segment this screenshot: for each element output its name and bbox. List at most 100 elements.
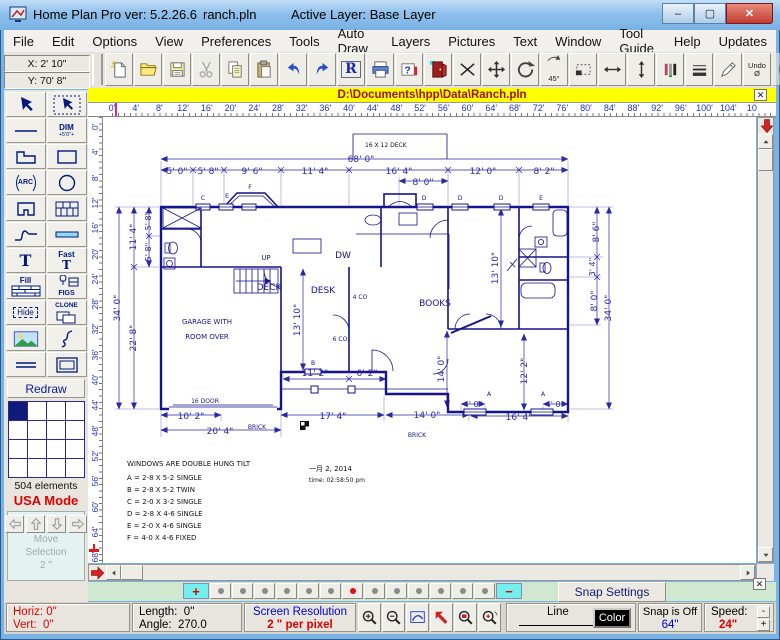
scroll-down-button[interactable] — [758, 547, 773, 562]
cut-button[interactable] — [192, 53, 220, 86]
page-radio-6[interactable] — [320, 583, 341, 599]
maximize-button[interactable]: ▢ — [694, 3, 726, 24]
undo-button[interactable] — [279, 53, 307, 86]
menu-updates[interactable]: Updates — [710, 31, 776, 52]
page-radio-11[interactable] — [430, 583, 451, 599]
color-cell-11[interactable] — [46, 439, 66, 459]
color-cell-6[interactable] — [27, 420, 47, 440]
tool-hide[interactable]: Hide — [6, 300, 46, 325]
tool-curve[interactable] — [6, 222, 46, 247]
color-cell-14[interactable] — [27, 458, 47, 478]
color-cell-12[interactable] — [65, 439, 85, 459]
move-button[interactable] — [482, 53, 510, 86]
page-radio-7[interactable] — [342, 583, 363, 599]
redraw-button[interactable]: Redraw — [7, 379, 85, 398]
tool-clone[interactable]: CLONE — [47, 300, 87, 325]
tool-select-area[interactable] — [47, 92, 87, 117]
stretch-h-button[interactable] — [598, 53, 626, 86]
page-radio-3[interactable] — [254, 583, 275, 599]
print-button[interactable] — [366, 53, 394, 86]
move-up-button[interactable] — [26, 515, 45, 533]
tool-picture[interactable] — [6, 326, 46, 351]
page-radio-13[interactable] — [474, 583, 495, 599]
menu-preferences[interactable]: Preferences — [192, 31, 280, 52]
rotate-button[interactable] — [511, 53, 539, 86]
color-button[interactable]: Color — [593, 608, 631, 628]
tool-double-line[interactable] — [47, 222, 87, 247]
color-cell-16[interactable] — [65, 458, 85, 478]
menu-pictures[interactable]: Pictures — [439, 31, 504, 52]
menu-file[interactable]: File — [4, 31, 43, 52]
zoom-settings-button[interactable] — [478, 603, 501, 632]
tool-line[interactable] — [6, 118, 46, 143]
tool-select[interactable] — [6, 92, 46, 117]
menu-text[interactable]: Text — [504, 31, 546, 52]
color-cell-10[interactable] — [27, 439, 47, 459]
color-grid[interactable] — [8, 401, 84, 477]
fit-window-button[interactable] — [406, 603, 429, 632]
menu-layers[interactable]: Layers — [382, 31, 439, 52]
vertical-scrollbar[interactable] — [757, 117, 774, 563]
scroll-up-button[interactable] — [758, 134, 773, 149]
draw-erase-button[interactable] — [714, 53, 742, 86]
paste-button[interactable] — [250, 53, 278, 86]
select-region-button[interactable] — [569, 53, 597, 86]
line-style-panel[interactable]: Line Color — [506, 603, 636, 632]
snap-settings-button[interactable]: Snap Settings — [558, 582, 666, 602]
full-view-button[interactable] — [430, 603, 453, 632]
menu-edit[interactable]: Edit — [43, 31, 83, 52]
color-cell-15[interactable] — [46, 458, 66, 478]
menu-window[interactable]: Window — [546, 31, 610, 52]
zoom-area-button[interactable] — [454, 603, 477, 632]
add-page-button[interactable]: + — [183, 583, 209, 599]
menu-help[interactable]: Help — [665, 31, 710, 52]
refresh-view-button[interactable]: R — [337, 53, 365, 86]
close-button[interactable]: ✕ — [726, 3, 773, 24]
exit-button[interactable] — [424, 53, 452, 86]
tool-polyline[interactable] — [6, 144, 46, 169]
tool-dimension[interactable]: DIM+5'0"+ — [47, 118, 87, 143]
tool-freehand[interactable] — [47, 326, 87, 351]
undo-zero-button[interactable]: Undo Ø — [743, 53, 771, 86]
color-cell-13[interactable] — [8, 458, 28, 478]
page-radio-10[interactable] — [408, 583, 429, 599]
page-radio-12[interactable] — [452, 583, 473, 599]
save-file-button[interactable] — [163, 53, 191, 86]
tool-fill[interactable]: Fill — [6, 274, 46, 299]
help-button[interactable]: ? — [395, 53, 423, 86]
minimize-button[interactable]: – — [662, 3, 694, 24]
page-radio-9[interactable] — [386, 583, 407, 599]
tool-frame[interactable] — [47, 352, 87, 377]
color-cell-3[interactable] — [46, 401, 66, 421]
page-bar-close-icon[interactable]: ✕ — [753, 578, 766, 590]
tool-multi-wall[interactable] — [47, 196, 87, 221]
color-cell-2[interactable] — [27, 401, 47, 421]
tool-figures[interactable]: FIGS — [47, 274, 87, 299]
scroll-left-button[interactable] — [106, 565, 121, 580]
stretch-v-button[interactable] — [627, 53, 655, 86]
open-file-button[interactable] — [134, 53, 162, 86]
color-cell-8[interactable] — [65, 420, 85, 440]
copy-button[interactable] — [221, 53, 249, 86]
page-radio-1[interactable] — [210, 583, 231, 599]
horizontal-scroll-thumb[interactable] — [121, 565, 143, 580]
remove-page-button[interactable]: − — [496, 583, 522, 599]
vertical-scroll-thumb[interactable] — [758, 149, 773, 171]
page-radio-8[interactable] — [364, 583, 385, 599]
toolbar-grip[interactable] — [92, 54, 103, 85]
color-bars-button[interactable] — [656, 53, 684, 86]
snap-panel[interactable]: Snap is Off 64" — [638, 603, 702, 632]
rotate-45-button[interactable]: 45° — [540, 53, 568, 86]
no-action-button[interactable] — [772, 53, 780, 86]
new-file-button[interactable] — [105, 53, 133, 86]
line-width-button[interactable] — [685, 53, 713, 86]
tool-text[interactable]: T — [6, 248, 46, 273]
menu-tools[interactable]: Tools — [280, 31, 328, 52]
speed-decrease-button[interactable]: - — [757, 606, 770, 618]
tool-arc[interactable]: ARC — [6, 170, 46, 195]
color-cell-5[interactable] — [8, 420, 28, 440]
color-cell-4[interactable] — [65, 401, 85, 421]
menu-options[interactable]: Options — [83, 31, 146, 52]
tool-parallel-lines[interactable] — [6, 352, 46, 377]
color-cell-1[interactable] — [8, 401, 28, 421]
